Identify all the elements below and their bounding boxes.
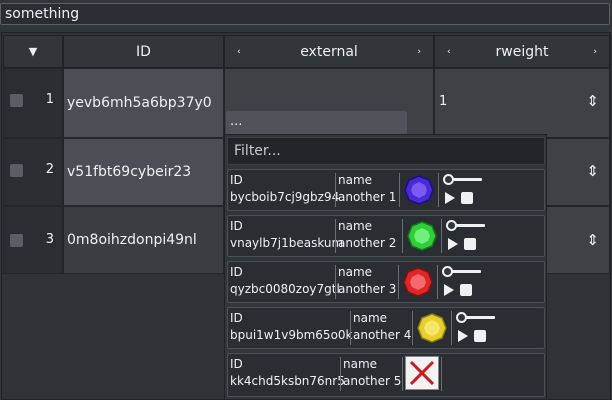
item-id: kk4chd5ksbn76nr5 <box>230 374 345 388</box>
volume-slider-track[interactable] <box>453 224 485 227</box>
volume-slider-track[interactable] <box>450 178 482 181</box>
row-checkbox[interactable] <box>10 94 23 107</box>
item-name: another 5 <box>343 374 402 388</box>
yellow-gem-icon <box>417 313 447 343</box>
row-checkbox[interactable] <box>10 234 23 247</box>
stop-icon[interactable] <box>460 284 472 296</box>
play-icon[interactable] <box>448 238 458 250</box>
header-sort-toggle[interactable]: ▼ <box>3 35 63 68</box>
row-number: 1 <box>45 92 54 107</box>
row-rweight-cell[interactable]: ⇕ <box>545 138 610 206</box>
row-checkbox[interactable] <box>10 164 23 177</box>
item-name: another 3 <box>338 282 397 296</box>
list-item[interactable]: ID vnaylb7j1beaskum name another 2 <box>227 215 545 257</box>
item-id-label: ID <box>230 219 243 233</box>
list-item[interactable]: ID bpui1w1v9bm65o0k name another 4 <box>227 307 545 349</box>
spin-updown-icon[interactable]: ⇕ <box>586 231 599 249</box>
item-id-label: ID <box>230 265 243 279</box>
item-id: vnaylb7j1beaskum <box>230 236 344 250</box>
row-id-cell[interactable]: yevb6mh5a6bp37y0 <box>63 68 224 138</box>
item-id-label: ID <box>230 311 243 325</box>
stop-icon[interactable] <box>464 238 476 250</box>
header-id[interactable]: ID <box>63 35 224 68</box>
header-id-label: ID <box>136 43 151 60</box>
title-field[interactable]: something <box>0 3 610 25</box>
volume-slider-handle[interactable] <box>446 220 457 231</box>
purple-gem-icon <box>404 175 434 205</box>
item-id: bpui1w1v9bm65o0k <box>230 328 353 342</box>
item-id-label: ID <box>230 357 243 371</box>
item-id: bycboib7cj9gbz94 <box>230 190 340 204</box>
chevron-left-icon[interactable]: ‹ <box>237 47 241 57</box>
header-external-label: external <box>300 43 358 60</box>
sort-down-icon: ▼ <box>28 45 38 58</box>
table-row-selector[interactable]: 2 <box>3 138 63 206</box>
row-id: v51fbt69cybeir23 <box>67 164 192 180</box>
list-item[interactable]: ID bycboib7cj9gbz94 name another 1 <box>227 169 545 211</box>
header-external[interactable]: ‹ external › <box>224 35 434 68</box>
item-id: qyzbc0080zoy7gtl <box>230 282 340 296</box>
filter-input[interactable]: Filter... <box>227 137 545 165</box>
item-id-label: ID <box>230 173 243 187</box>
chevron-right-icon[interactable]: › <box>417 47 421 57</box>
play-icon[interactable] <box>444 284 454 296</box>
stop-icon[interactable] <box>474 330 486 342</box>
header-rweight-label: rweight <box>495 43 549 60</box>
rweight-value: 1 <box>439 94 448 109</box>
item-name: another 1 <box>338 190 397 204</box>
row-id: yevb6mh5a6bp37y0 <box>67 95 212 111</box>
list-item[interactable]: ID qyzbc0080zoy7gtl name another 3 <box>227 261 545 303</box>
table-row-selector[interactable]: 3 <box>3 206 63 274</box>
chevron-left-icon[interactable]: ‹ <box>447 47 451 57</box>
volume-slider-handle[interactable] <box>456 312 467 323</box>
table-row-selector[interactable]: 1 <box>3 68 63 138</box>
row-rweight-cell[interactable]: ⇕ <box>545 206 610 274</box>
red-gem-icon <box>403 267 433 297</box>
row-id-cell[interactable]: 0m8oihzdonpi49nl <box>63 206 224 274</box>
volume-slider-track[interactable] <box>449 270 481 273</box>
stop-icon[interactable] <box>461 192 473 204</box>
row-id: 0m8oihzdonpi49nl <box>67 232 197 248</box>
play-icon[interactable] <box>445 192 455 204</box>
chevron-right-icon[interactable]: › <box>593 47 597 57</box>
play-icon[interactable] <box>458 330 468 342</box>
item-name-label: name <box>338 173 373 187</box>
item-name-label: name <box>338 219 373 233</box>
spin-updown-icon[interactable]: ⇕ <box>586 92 599 110</box>
broken-image-icon <box>405 356 439 390</box>
item-name: another 2 <box>338 236 397 250</box>
volume-slider-handle[interactable] <box>443 174 454 185</box>
item-name-label: name <box>338 265 373 279</box>
row-number: 3 <box>45 232 54 247</box>
item-name-label: name <box>353 311 388 325</box>
list-item[interactable]: ID kk4chd5ksbn76nr5 name another 5 <box>227 353 545 397</box>
row-rweight-cell[interactable]: 1 ⇕ <box>434 68 610 138</box>
row-id-cell[interactable]: v51fbt69cybeir23 <box>63 138 224 206</box>
volume-slider-track[interactable] <box>463 316 495 319</box>
spin-updown-icon[interactable]: ⇕ <box>586 162 599 180</box>
row-number: 2 <box>45 162 54 177</box>
external-combo-field[interactable]: ... <box>226 111 407 135</box>
item-name-label: name <box>343 357 378 371</box>
header-rweight[interactable]: ‹ rweight › <box>434 35 610 68</box>
volume-slider-handle[interactable] <box>442 266 453 277</box>
item-name: another 4 <box>353 328 412 342</box>
green-gem-icon <box>407 221 437 251</box>
